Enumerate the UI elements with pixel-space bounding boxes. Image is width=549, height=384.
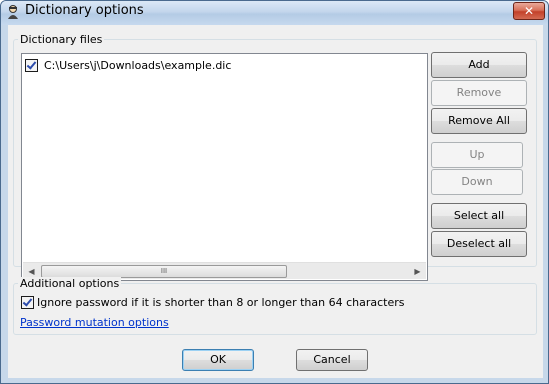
check-icon (26, 58, 37, 70)
window-title: Dictionary options (25, 3, 144, 18)
remove-all-button[interactable]: Remove All (431, 108, 527, 134)
title-bar[interactable]: Dictionary options ✕ (1, 1, 548, 25)
ok-button[interactable]: OK (182, 349, 254, 371)
ignore-password-checkbox[interactable] (21, 296, 34, 309)
select-all-button[interactable]: Select all (431, 203, 527, 229)
add-button[interactable]: Add (431, 52, 527, 78)
dictionary-files-label: Dictionary files (18, 33, 105, 46)
close-icon: ✕ (523, 4, 535, 18)
scroll-grip-icon: III (160, 267, 168, 275)
deselect-all-button[interactable]: Deselect all (431, 231, 527, 257)
ignore-password-option[interactable]: Ignore password if it is shorter than 8 … (21, 296, 404, 309)
dictionary-file-list[interactable]: C:\Users\j\Downloads\example.dic ◀ III ▶ (21, 53, 428, 281)
dictionary-item-checkbox[interactable] (25, 58, 38, 72)
up-button[interactable]: Up (431, 142, 523, 168)
app-icon (8, 5, 18, 19)
dictionary-options-window: Dictionary options ✕ Dictionary files C:… (0, 0, 549, 384)
down-button[interactable]: Down (431, 169, 523, 195)
close-button[interactable]: ✕ (513, 2, 545, 20)
additional-options-label: Additional options (18, 277, 122, 290)
password-mutation-link[interactable]: Password mutation options (20, 316, 169, 329)
dictionary-item-path: C:\Users\j\Downloads\example.dic (44, 58, 232, 72)
list-item[interactable]: C:\Users\j\Downloads\example.dic (25, 57, 231, 73)
dialog-client-area: Dictionary files C:\Users\j\Downloads\ex… (8, 25, 543, 378)
check-icon (22, 296, 33, 307)
cancel-button[interactable]: Cancel (296, 349, 368, 371)
ignore-password-label: Ignore password if it is shorter than 8 … (37, 296, 405, 309)
remove-button[interactable]: Remove (431, 80, 527, 106)
scroll-right-icon[interactable]: ▶ (409, 263, 426, 280)
